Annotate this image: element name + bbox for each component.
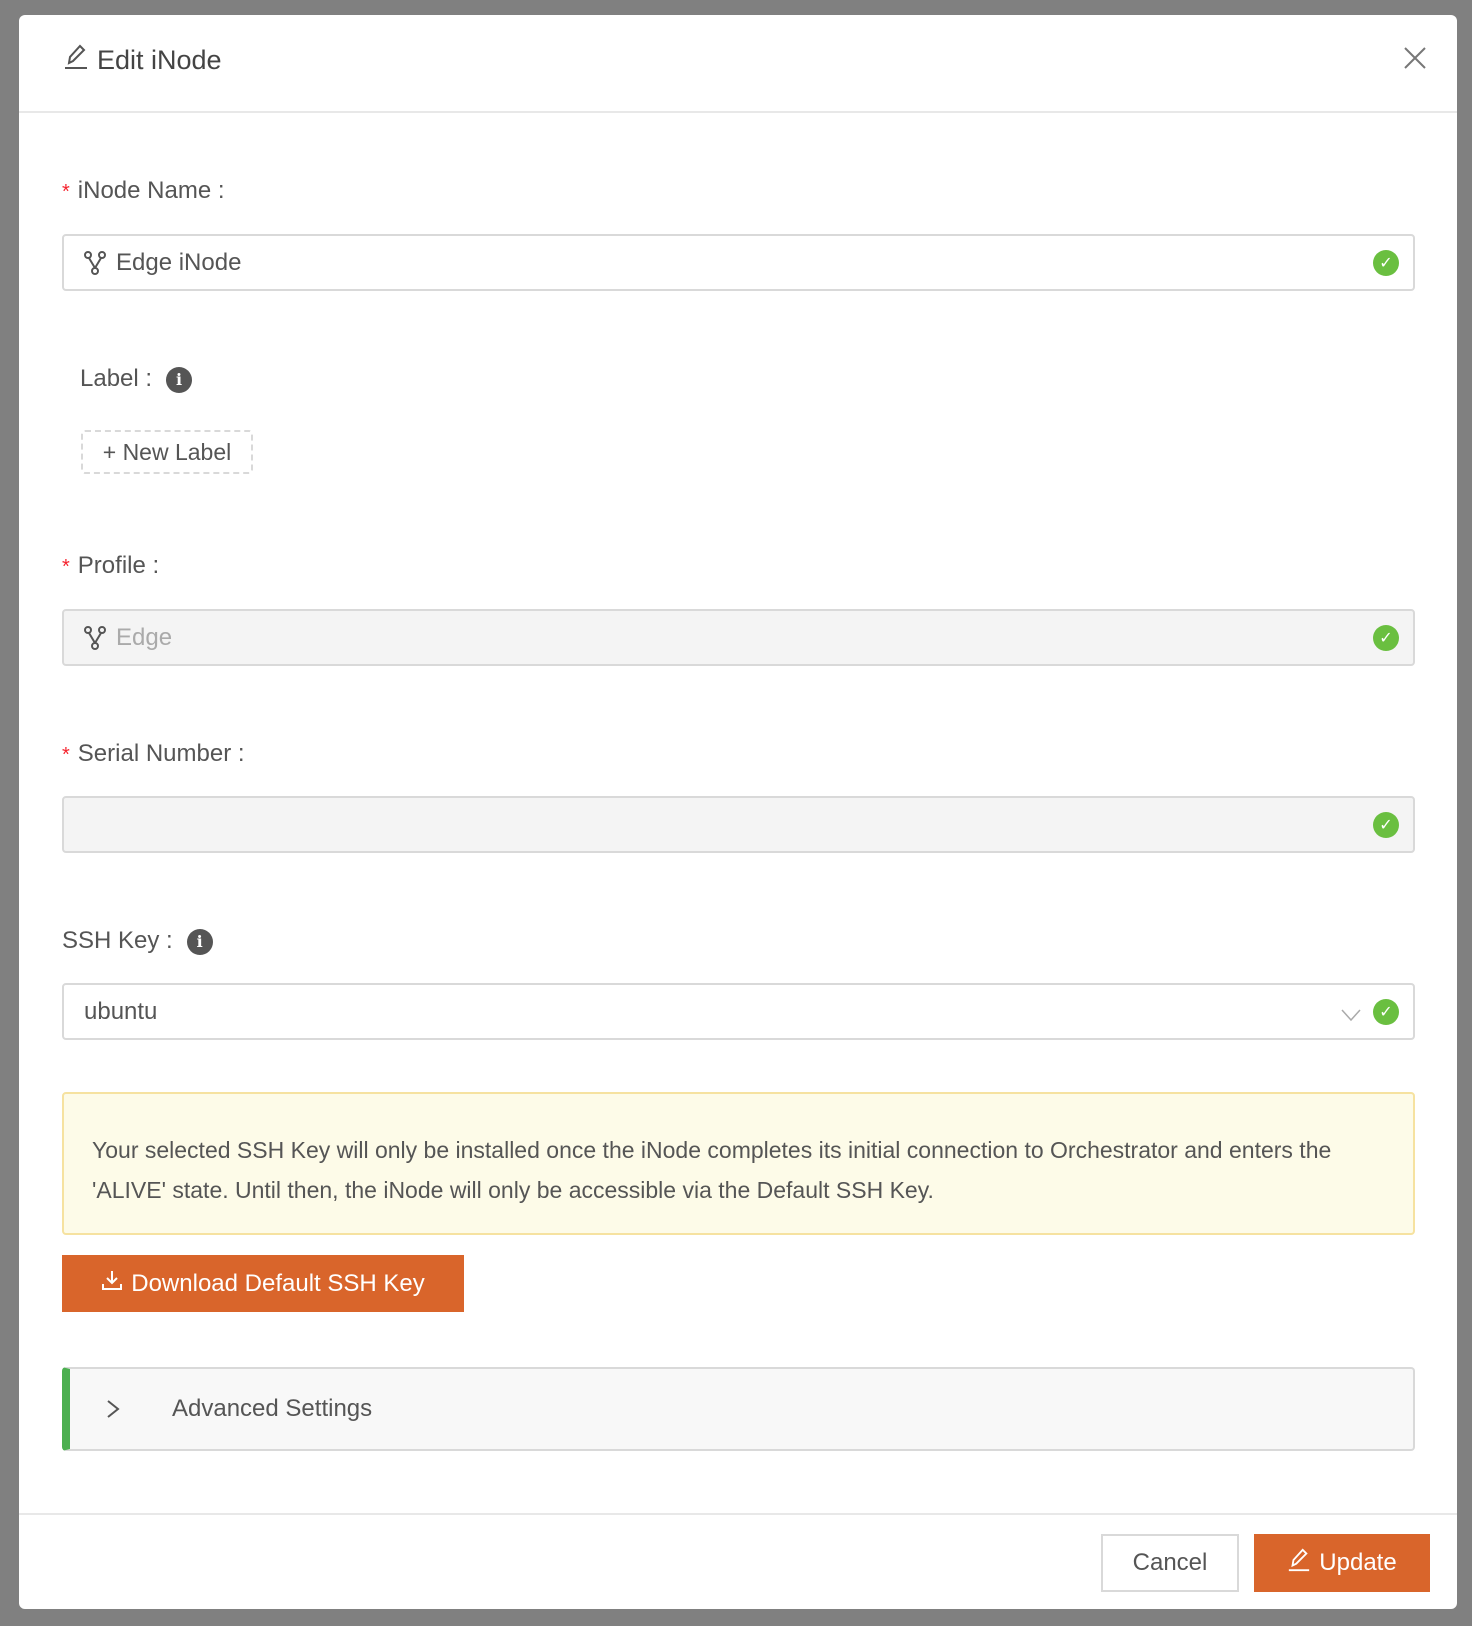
new-label-button[interactable]: + New Label [81,430,253,474]
chevron-right-icon [106,1399,120,1419]
profile-input: Edge ✓ [62,609,1415,666]
serial-number-input: ✓ [62,796,1415,853]
ssh-key-label: SSH Key :i [62,927,213,955]
edit-icon [1287,1547,1311,1580]
download-icon [101,1269,123,1298]
info-icon[interactable]: i [186,928,213,955]
update-button[interactable]: Update [1254,1534,1430,1592]
modal-header: Edit iNode [19,15,1457,113]
valid-check-icon: ✓ [1373,624,1399,651]
close-button[interactable] [1403,43,1427,75]
chevron-down-icon [1341,1001,1361,1029]
profile-label: * Profile : [62,552,160,579]
label-label: Label :i [80,365,193,393]
valid-check-icon: ✓ [1373,811,1399,838]
edit-inode-modal: Edit iNode * iNode Name : Edge iNode ✓ La… [19,15,1457,1609]
inode-name-label: * iNode Name : [62,177,225,204]
valid-check-icon: ✓ [1373,249,1399,276]
fork-icon [84,625,106,650]
modal-title: Edit iNode [63,43,222,78]
serial-number-label: * Serial Number : [62,740,245,767]
cancel-button[interactable]: Cancel [1101,1534,1239,1592]
valid-check-icon: ✓ [1373,998,1399,1025]
info-icon[interactable]: i [166,366,193,393]
ssh-key-select[interactable]: ubuntu ✓ [62,983,1415,1040]
fork-icon [84,250,106,275]
download-default-ssh-key-button[interactable]: Download Default SSH Key [62,1255,464,1312]
inode-name-input[interactable]: Edge iNode ✓ [62,234,1415,291]
edit-icon [63,43,89,78]
advanced-settings-collapse[interactable]: Advanced Settings [62,1367,1415,1451]
ssh-key-warning-alert: Your selected SSH Key will only be insta… [62,1092,1415,1235]
modal-footer [19,1513,1457,1515]
